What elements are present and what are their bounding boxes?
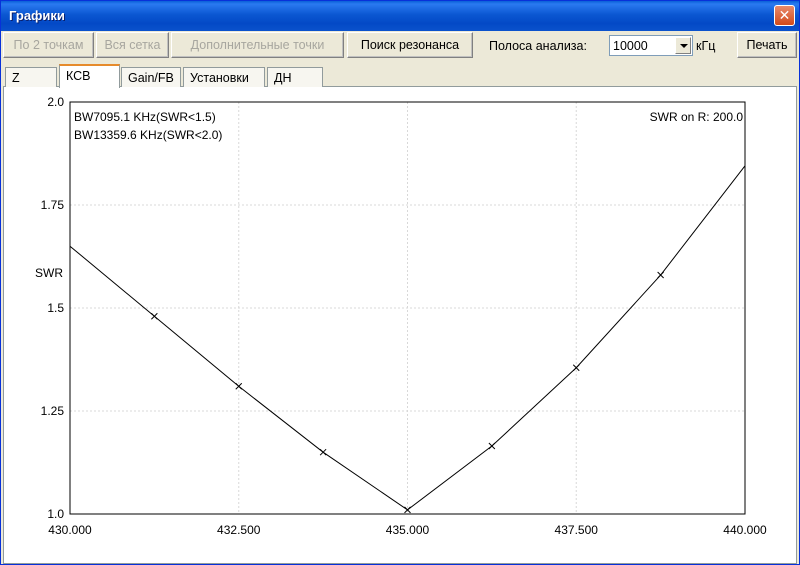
close-icon: ✕ [778,7,791,23]
chevron-down-icon[interactable] [675,37,691,54]
y-tick-label: 1.5 [47,301,64,315]
toolbar: По 2 точкам Вся сетка Дополнительные точ… [1,31,799,61]
two-points-button[interactable]: По 2 точкам [3,32,94,58]
find-resonance-button[interactable]: Поиск резонанса [347,32,473,58]
print-button[interactable]: Печать [737,32,797,58]
tab-strip: Z КСВ Gain/FB Установки ДН [3,63,797,88]
x-tick-label: 437.500 [555,523,599,537]
tab-settings[interactable]: Установки [183,67,265,87]
graphs-window: Графики ✕ По 2 точкам Вся сетка Дополнит… [0,0,800,565]
band-combo[interactable]: 10000 [609,35,693,56]
chart-annotation-swr-on-r: SWR on R: 200.0 [650,110,744,124]
data-point-marker [235,382,243,390]
y-axis-label: SWR [35,266,63,280]
band-value: 10000 [613,39,648,53]
tab-z[interactable]: Z [5,67,57,87]
x-tick-label: 432.500 [217,523,261,537]
tab-pattern[interactable]: ДН [267,67,323,87]
tab-swr[interactable]: КСВ [59,64,120,88]
extra-points-button[interactable]: Дополнительные точки [171,32,344,58]
y-tick-label: 2.0 [47,95,64,109]
close-button[interactable]: ✕ [774,5,795,26]
chart-annotation-bw20: BW13359.6 KHz(SWR<2.0) [74,128,222,142]
data-point-marker [572,364,580,372]
x-tick-label: 430.000 [48,523,92,537]
data-point-marker [657,271,664,279]
chart-annotation-bw15: BW7095.1 KHz(SWR<1.5) [74,110,216,124]
swr-chart: 430.000 432.500 435.000 437.500 440.000 1.0 1.… [35,95,767,537]
y-tick-label: 1.25 [41,404,65,418]
all-grid-button[interactable]: Вся сетка [96,32,169,58]
title-bar[interactable]: Графики ✕ [1,1,799,31]
band-label: Полоса анализа: [489,39,587,53]
band-unit: кГц [696,39,716,53]
data-point-marker [488,442,496,450]
y-tick-label: 1.0 [47,507,64,521]
x-tick-label: 440.000 [723,523,767,537]
y-tick-label: 1.75 [41,198,65,212]
data-point-marker [319,448,327,456]
window-title: Графики [9,8,65,23]
chart-panel: 430.000 432.500 435.000 437.500 440.000 1.0 1.… [3,87,797,564]
data-point-marker [151,312,158,320]
tab-gain-fb[interactable]: Gain/FB [121,67,181,87]
x-tick-label: 435.000 [386,523,430,537]
